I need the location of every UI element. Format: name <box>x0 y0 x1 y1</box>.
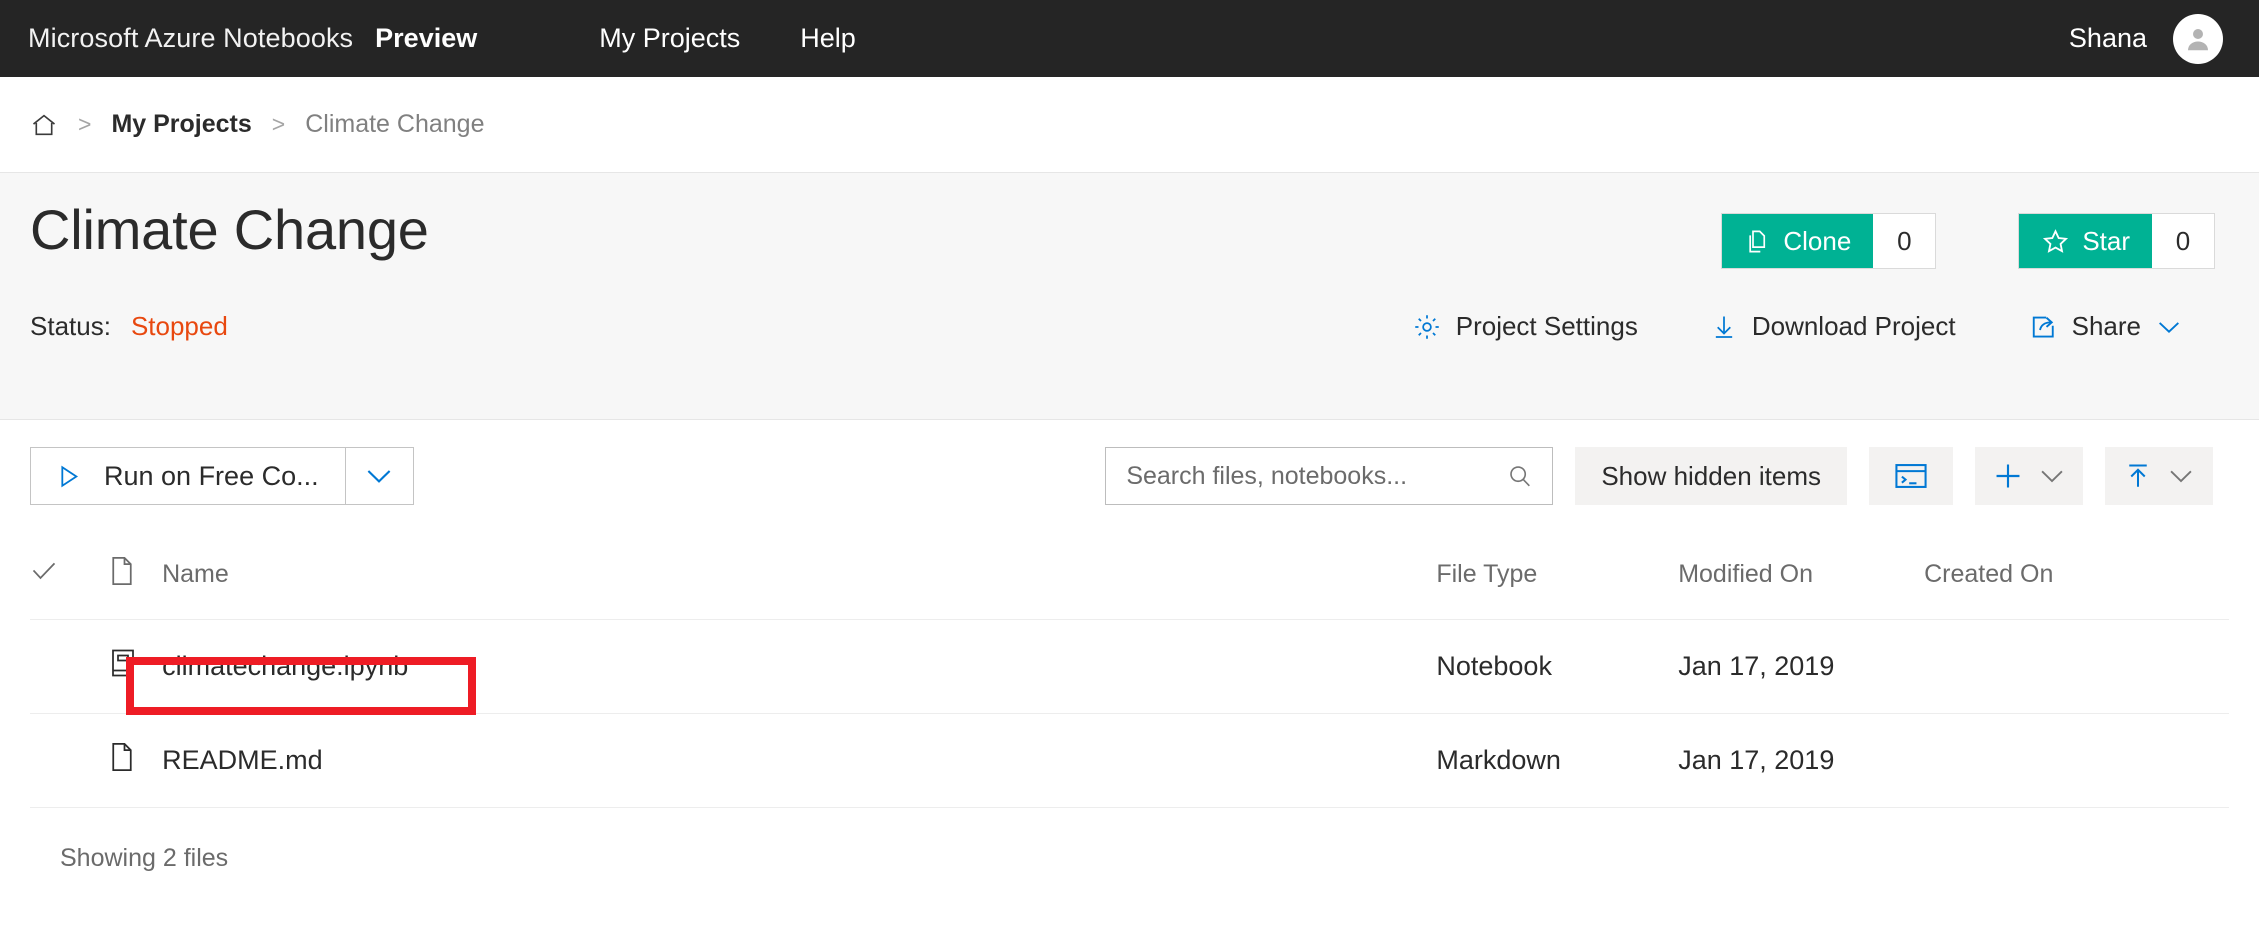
run-button[interactable]: Run on Free Co... <box>31 448 345 504</box>
project-header: Climate Change Clone 0 Star <box>0 172 2259 420</box>
chevron-down-icon <box>2038 467 2066 485</box>
file-count-label: Showing 2 files <box>30 808 2229 873</box>
row-file-icon <box>109 714 162 808</box>
page-title: Climate Change <box>30 201 429 260</box>
download-project-link[interactable]: Download Project <box>1710 311 1956 342</box>
modified-on-value: Jan 17, 2019 <box>1678 714 1924 808</box>
star-icon <box>2041 227 2070 256</box>
show-hidden-items-button[interactable]: Show hidden items <box>1575 447 1847 505</box>
share-icon <box>2028 312 2058 342</box>
row-checkbox[interactable] <box>30 714 109 808</box>
file-icon <box>109 556 135 586</box>
search-input[interactable] <box>1126 462 1506 491</box>
search-box[interactable] <box>1105 447 1553 505</box>
column-header-file-type[interactable]: File Type <box>1436 532 1678 620</box>
breadcrumb-separator-2: > <box>272 111 285 138</box>
notebook-icon <box>109 648 137 678</box>
file-type-value: Notebook <box>1436 620 1678 714</box>
breadcrumb-current: Climate Change <box>305 110 484 139</box>
top-nav-links: My Projects Help <box>599 23 856 54</box>
star-control: Star 0 <box>2018 213 2215 269</box>
project-action-links: Project Settings Download Project Share <box>1412 311 2229 342</box>
column-header-name[interactable]: Name <box>162 532 1436 620</box>
clone-button[interactable]: Clone <box>1722 214 1873 268</box>
file-list: Name File Type Modified On Created On cl… <box>0 532 2259 873</box>
project-settings-label: Project Settings <box>1456 311 1638 342</box>
file-type-value: Markdown <box>1436 714 1678 808</box>
breadcrumb: > My Projects > Climate Change <box>0 77 2259 172</box>
nav-help[interactable]: Help <box>800 23 856 54</box>
table-row[interactable]: climatechange.ipynb Notebook Jan 17, 201… <box>30 620 2229 714</box>
share-label: Share <box>2072 311 2141 342</box>
search-icon[interactable] <box>1506 462 1534 490</box>
file-icon <box>109 742 135 772</box>
new-item-button[interactable] <box>1975 447 2083 505</box>
row-checkbox[interactable] <box>30 620 109 714</box>
chevron-down-icon <box>2155 318 2183 336</box>
files-toolbar: Run on Free Co... Show hidden items <box>0 420 2259 532</box>
open-terminal-button[interactable] <box>1869 447 1953 505</box>
star-label: Star <box>2082 226 2130 257</box>
breadcrumb-my-projects[interactable]: My Projects <box>111 110 251 139</box>
file-name-link[interactable]: README.md <box>162 714 1436 808</box>
created-on-value <box>1924 620 2229 714</box>
run-button-label: Run on Free Co... <box>104 461 319 492</box>
gear-icon <box>1412 312 1442 342</box>
download-arrow-icon <box>1710 312 1738 342</box>
username-label[interactable]: Shana <box>2069 23 2147 54</box>
person-icon <box>2183 24 2213 54</box>
clone-count[interactable]: 0 <box>1873 214 1935 268</box>
copy-icon <box>1744 228 1771 255</box>
run-dropdown-button[interactable] <box>345 448 413 504</box>
home-icon[interactable] <box>30 111 58 139</box>
share-link[interactable]: Share <box>2028 311 2183 342</box>
project-counters: Clone 0 Star 0 <box>1721 201 2229 269</box>
run-split-button: Run on Free Co... <box>30 447 414 505</box>
upload-icon <box>2123 460 2153 492</box>
modified-on-value: Jan 17, 2019 <box>1678 620 1924 714</box>
account-area: Shana <box>2069 14 2223 64</box>
chevron-down-icon <box>364 466 394 486</box>
column-header-created-on[interactable]: Created On <box>1924 532 2229 620</box>
top-navigation-bar: Microsoft Azure Notebooks Preview My Pro… <box>0 0 2259 77</box>
file-type-icon-header <box>109 532 162 620</box>
status-badge: Stopped <box>131 311 228 342</box>
table-row[interactable]: README.md Markdown Jan 17, 2019 <box>30 714 2229 808</box>
project-settings-link[interactable]: Project Settings <box>1412 311 1638 342</box>
star-count[interactable]: 0 <box>2152 214 2214 268</box>
row-file-icon <box>109 620 162 714</box>
plus-icon <box>1992 460 2024 492</box>
terminal-icon <box>1894 462 1928 490</box>
file-table: Name File Type Modified On Created On cl… <box>30 532 2229 808</box>
project-title-row: Climate Change Clone 0 Star <box>30 173 2229 269</box>
nav-my-projects[interactable]: My Projects <box>599 23 740 54</box>
column-header-modified-on[interactable]: Modified On <box>1678 532 1924 620</box>
checkmark-icon[interactable] <box>30 559 58 583</box>
chevron-down-icon <box>2167 467 2195 485</box>
toolbar-right-group: Show hidden items <box>1105 447 2229 505</box>
star-button[interactable]: Star <box>2019 214 2152 268</box>
avatar[interactable] <box>2173 14 2223 64</box>
file-name-link[interactable]: climatechange.ipynb <box>162 620 1436 714</box>
preview-badge: Preview <box>375 23 477 54</box>
select-all-header[interactable] <box>30 532 109 620</box>
clone-label: Clone <box>1783 226 1851 257</box>
breadcrumb-separator-1: > <box>78 111 91 138</box>
upload-button[interactable] <box>2105 447 2213 505</box>
app-brand[interactable]: Microsoft Azure Notebooks <box>28 23 353 54</box>
created-on-value <box>1924 714 2229 808</box>
project-status-row: Status: Stopped Project Settings Downloa… <box>30 311 2229 342</box>
play-icon <box>55 463 82 490</box>
status-label: Status: <box>30 311 111 342</box>
download-project-label: Download Project <box>1752 311 1956 342</box>
clone-control: Clone 0 <box>1721 213 1936 269</box>
table-header-row: Name File Type Modified On Created On <box>30 532 2229 620</box>
